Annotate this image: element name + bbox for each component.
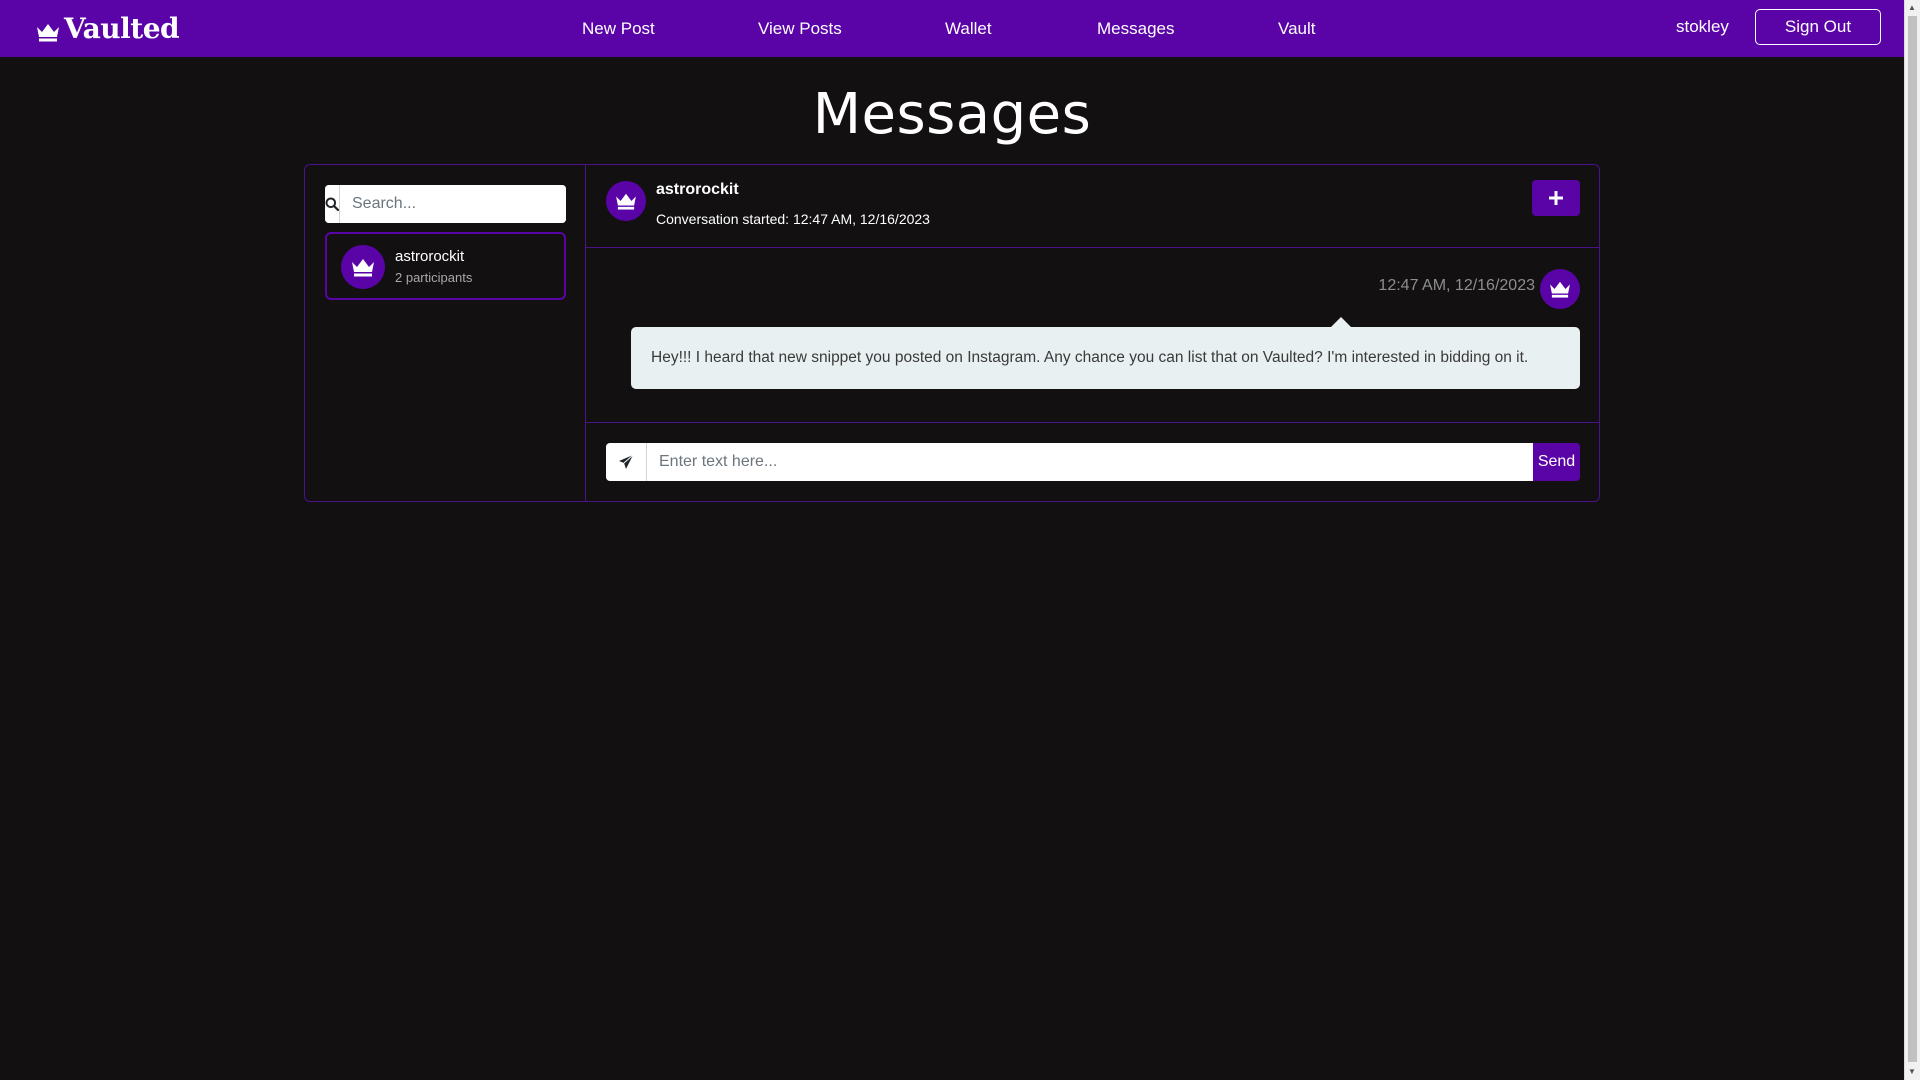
plus-icon (1549, 191, 1563, 205)
username[interactable]: stokley (1676, 17, 1729, 37)
scroll-thumb[interactable] (1908, 16, 1917, 1062)
crown-icon (351, 257, 375, 277)
chat-header: astrorockit Conversation started: 12:47 … (586, 165, 1599, 248)
search-box (325, 185, 566, 223)
conversation-item[interactable]: astrorockit 2 participants (325, 232, 566, 300)
conversation-sidebar: astrorockit 2 participants (305, 165, 586, 501)
brand-name: Vaulted (64, 11, 180, 45)
conversation-name: astrorockit (395, 248, 465, 265)
sign-out-button[interactable]: Sign Out (1755, 9, 1881, 45)
message-timestamp: 12:47 AM, 12/16/2023 (1378, 277, 1535, 294)
conversation-started: Conversation started: 12:47 AM, 12/16/20… (656, 211, 930, 227)
nav-new-post[interactable]: New Post (582, 19, 655, 39)
scroll-down-arrow-icon[interactable]: ▼ (1908, 1067, 1916, 1076)
page-title: Messages (812, 82, 1092, 147)
crown-icon (36, 22, 60, 42)
search-icon (325, 185, 340, 223)
scroll-up-arrow-icon[interactable]: ▲ (1908, 3, 1916, 12)
brand-logo[interactable]: Vaulted (36, 10, 180, 46)
avatar (606, 181, 646, 221)
search-input[interactable] (340, 185, 566, 223)
avatar (1540, 269, 1580, 309)
nav-messages[interactable]: Messages (1097, 19, 1174, 39)
page-scrollbar[interactable]: ▲ ▼ (1904, 0, 1920, 1080)
send-button[interactable]: Send (1533, 443, 1580, 481)
paper-plane-icon (606, 443, 647, 481)
compose-box: Send (606, 443, 1580, 481)
chat-title: astrorockit (656, 181, 739, 198)
crown-icon (1549, 280, 1571, 298)
top-navbar: Vaulted New Post View Posts Wallet Messa… (0, 0, 1904, 57)
nav-wallet[interactable]: Wallet (945, 19, 992, 39)
avatar (341, 245, 385, 289)
crown-icon (615, 192, 637, 210)
message-input[interactable] (647, 443, 1533, 481)
messages-panel: astrorockit 2 participants astrorockit C… (304, 164, 1600, 502)
message-bubble: Hey!!! I heard that new snippet you post… (631, 317, 1580, 389)
chat-area: astrorockit Conversation started: 12:47 … (586, 165, 1599, 501)
nav-vault[interactable]: Vault (1278, 19, 1316, 39)
conversation-participants: 2 participants (395, 270, 473, 285)
nav-view-posts[interactable]: View Posts (758, 19, 842, 39)
message-list: 12:47 AM, 12/16/2023 Hey!!! I heard that… (586, 248, 1599, 423)
add-participant-button[interactable] (1532, 180, 1580, 216)
